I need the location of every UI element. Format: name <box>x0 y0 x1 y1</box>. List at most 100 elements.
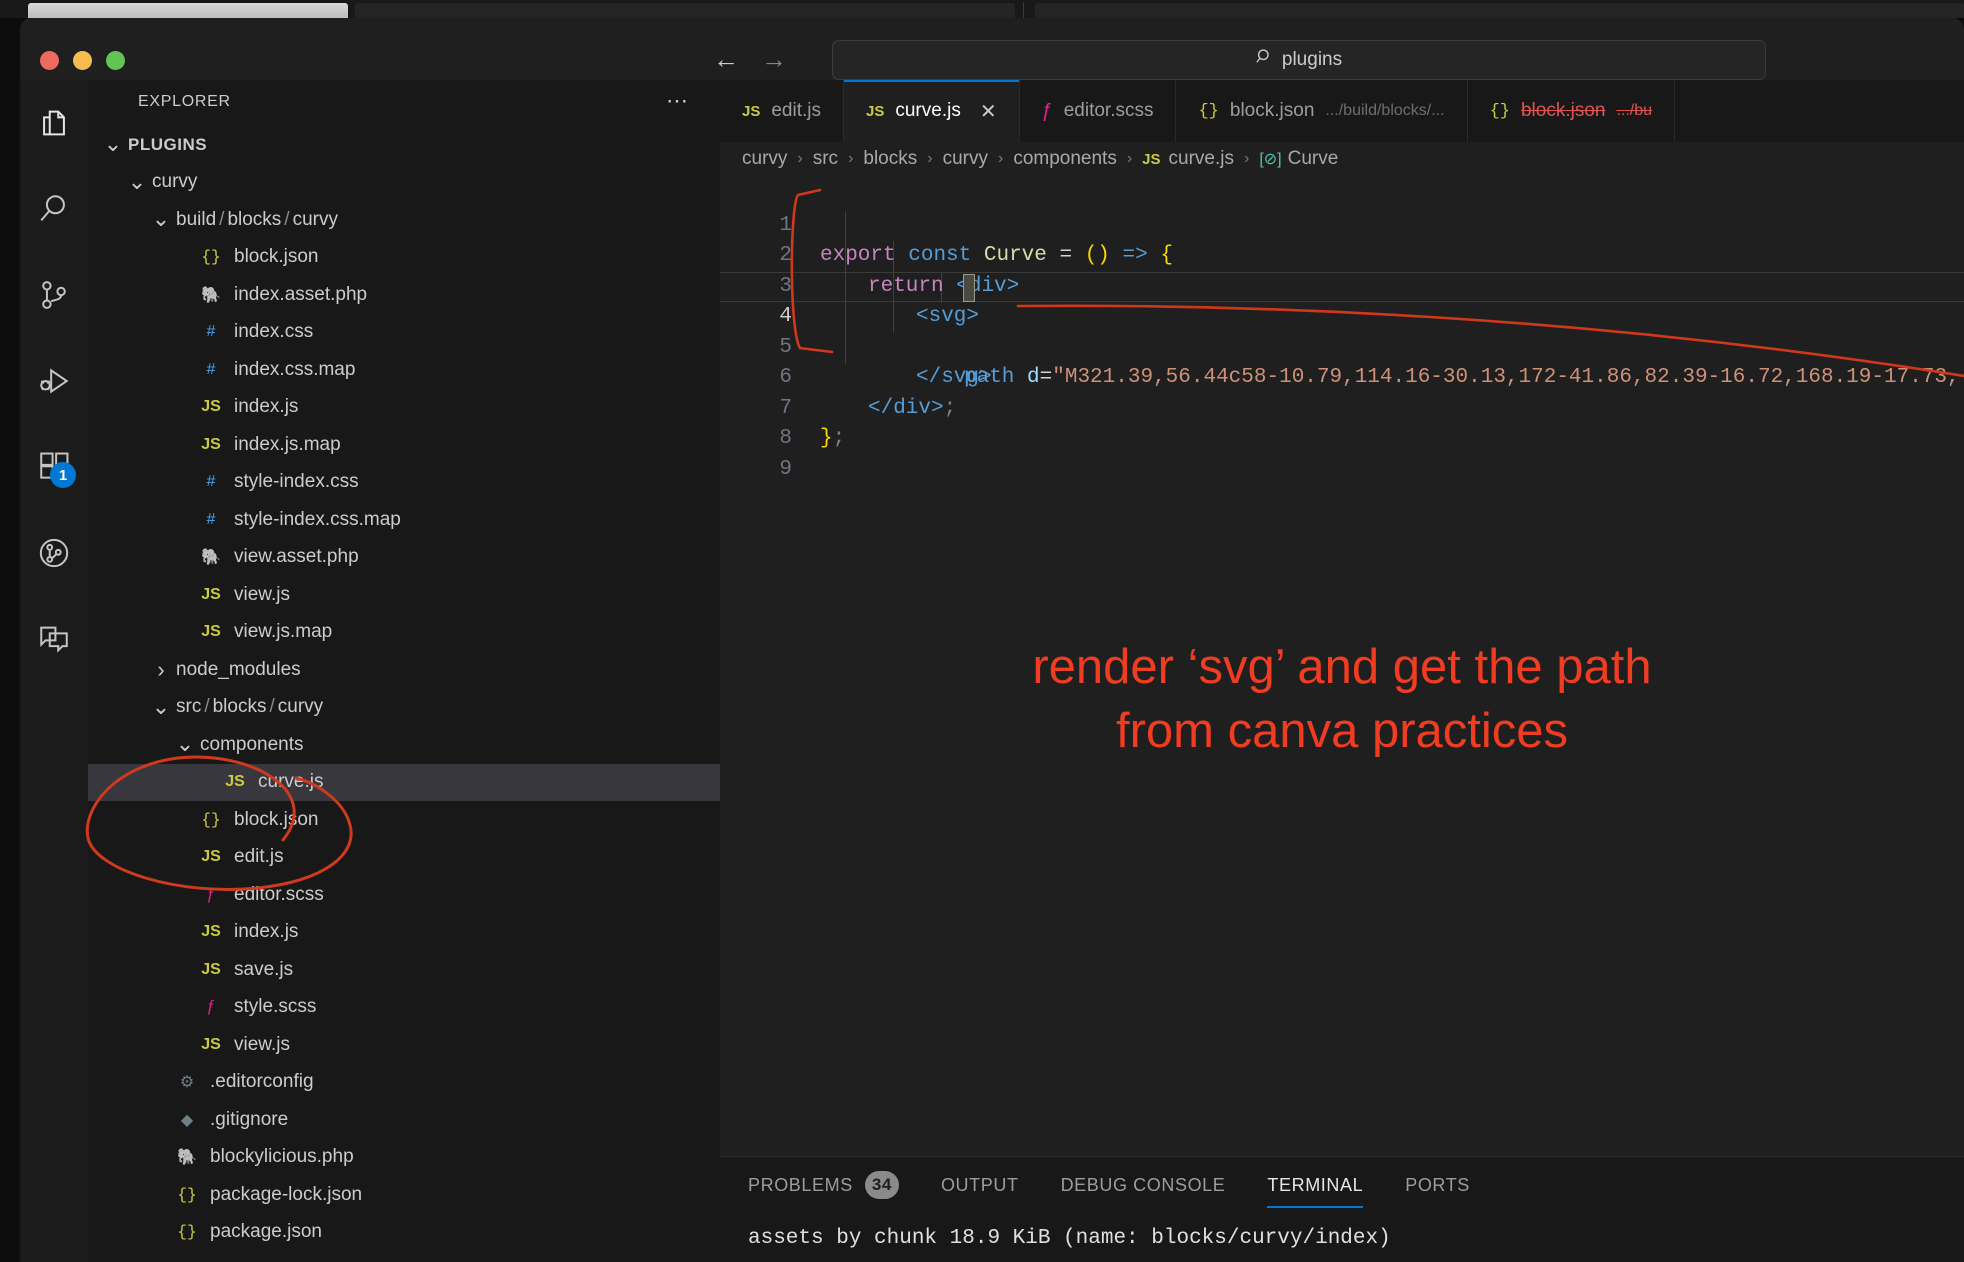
panel-tab-active[interactable]: TERMINAL <box>1267 1174 1364 1208</box>
chrome-divider <box>1023 2 1024 18</box>
sidebar-item-chat[interactable] <box>20 596 88 682</box>
panel-tab-label: TERMINAL <box>1267 1174 1364 1195</box>
breadcrumb-separator: › <box>927 150 933 167</box>
editor-tab[interactable]: {} block.json .../build/blocks/... <box>1176 80 1468 142</box>
js-icon: JS <box>201 398 221 416</box>
tree-item[interactable]: 🐘 view.asset.php <box>88 539 720 577</box>
tree-item[interactable]: JS view.js <box>88 576 720 614</box>
tree-item[interactable]: ⌄ curvy <box>88 164 720 202</box>
panel-tab[interactable]: DEBUG CONSOLE <box>1061 1175 1226 1208</box>
tree-item-label: package.json <box>210 1221 322 1243</box>
tree-item[interactable]: # style-index.css <box>88 464 720 502</box>
tree-item[interactable]: ◆ .gitignore <box>88 1101 720 1139</box>
editor-tab-active[interactable]: JS curve.js ✕ <box>844 80 1020 142</box>
breadcrumb-item[interactable]: components <box>1013 148 1117 170</box>
chevron-down-icon[interactable]: ⌄ <box>150 696 172 718</box>
back-arrow-icon[interactable]: ← <box>713 46 739 72</box>
tree-item[interactable]: {} block.json <box>88 801 720 839</box>
chevron-down-icon[interactable]: ⌄ <box>102 133 124 155</box>
ellipsis-icon[interactable]: ⋯ <box>666 88 690 114</box>
panel-tab[interactable]: OUTPUT <box>941 1175 1019 1208</box>
js-icon: JS <box>1142 150 1161 168</box>
tree-item[interactable]: JS index.js.map <box>88 426 720 464</box>
tree-item[interactable]: {} block.json <box>88 239 720 277</box>
chevron-right-icon[interactable]: › <box>150 657 172 683</box>
tree-item[interactable]: {} package.json <box>88 1214 720 1252</box>
tree-item[interactable]: ⌄ build / blocks / curvy <box>88 201 720 239</box>
editor-tab[interactable]: ƒ editor.scss <box>1019 80 1177 142</box>
tree-item[interactable]: ⌄ src / blocks / curvy <box>88 689 720 727</box>
tree-item[interactable]: 🐘 blockylicious.php <box>88 1139 720 1177</box>
browser-active-tab[interactable] <box>28 3 348 18</box>
breadcrumb-item[interactable]: curvy <box>943 148 988 170</box>
tree-item[interactable]: ƒ editor.scss <box>88 876 720 914</box>
tree-item[interactable]: JS edit.js <box>88 839 720 877</box>
panel-tab[interactable]: PORTS <box>1405 1175 1470 1208</box>
breadcrumb-item[interactable]: JS curve.js <box>1142 148 1234 170</box>
tree-item[interactable]: {} package-lock.json <box>88 1176 720 1214</box>
path-part: build <box>176 208 217 230</box>
chevron-down-icon[interactable]: ⌄ <box>150 208 172 230</box>
js-icon: JS <box>225 773 245 791</box>
breadcrumb-label: blocks <box>863 148 918 169</box>
panel-tab[interactable]: PROBLEMS 34 <box>748 1171 899 1211</box>
chevron-down-icon[interactable]: ⌄ <box>126 171 148 193</box>
window-traffic-lights <box>40 51 125 70</box>
tree-item[interactable]: JS index.js <box>88 389 720 427</box>
breadcrumb-separator: › <box>848 150 854 167</box>
tree-item[interactable]: ƒ style.scss <box>88 989 720 1027</box>
breadcrumb-separator: › <box>1243 150 1250 167</box>
breadcrumb-item[interactable]: blocks <box>863 148 917 170</box>
breadcrumb-item[interactable]: curvy <box>742 148 787 170</box>
tree-item[interactable]: JS view.js <box>88 1026 720 1064</box>
tree-item[interactable]: JS view.js.map <box>88 614 720 652</box>
tree-item[interactable]: ⌄ PLUGINS <box>88 126 720 164</box>
breadcrumb-item[interactable]: src <box>813 148 838 170</box>
editor-tab[interactable]: {} block.json .../bu <box>1467 80 1676 142</box>
command-center[interactable]: plugins <box>832 40 1766 80</box>
js-icon: JS <box>201 923 221 941</box>
sidebar-item-testing[interactable] <box>20 510 88 596</box>
breadcrumb-label: Curve <box>1287 148 1339 169</box>
tree-item[interactable]: # style-index.css.map <box>88 501 720 539</box>
tree-item-label: blockylicious.php <box>210 1146 354 1168</box>
tree-item-selected[interactable]: JS curve.js <box>88 763 720 801</box>
sidebar-item-explorer[interactable] <box>20 80 88 166</box>
breadcrumb-item[interactable]: [⊘] Curve <box>1259 148 1338 170</box>
sidebar-item-source-control[interactable] <box>20 252 88 338</box>
git-icon: ◆ <box>180 1111 194 1129</box>
sidebar-item-run-and-debug[interactable] <box>20 338 88 424</box>
tree-item[interactable]: ⌄ components <box>88 726 720 764</box>
tree-item-label: style-index.css.map <box>234 508 401 530</box>
annotation-text-line-1: render ‘svg’ and get the path <box>1032 640 1652 694</box>
browser-tab-3[interactable] <box>1035 3 1964 18</box>
tree-item[interactable]: # index.css <box>88 314 720 352</box>
editor-tab[interactable]: JS edit.js <box>720 80 844 142</box>
browser-tab-2[interactable] <box>355 3 1015 18</box>
js-icon: JS <box>201 435 221 453</box>
tree-item[interactable]: ⚙ .editorconfig <box>88 1064 720 1102</box>
tree-item[interactable]: 🐘 index.asset.php <box>88 276 720 314</box>
sidebar-item-search[interactable] <box>20 166 88 252</box>
maximize-window-button[interactable] <box>106 51 125 70</box>
close-icon[interactable]: ✕ <box>980 99 997 124</box>
scss-icon: ƒ <box>206 998 216 1016</box>
js-icon: JS <box>201 585 221 603</box>
editor-tab-label: editor.scss <box>1063 100 1154 121</box>
sidebar-item-extensions[interactable]: 1 <box>20 424 88 510</box>
extensions-badge: 1 <box>50 462 76 488</box>
close-window-button[interactable] <box>40 51 59 70</box>
json-icon: {} <box>177 1185 197 1204</box>
tree-item[interactable]: JS index.js <box>88 914 720 952</box>
tree-item[interactable]: # index.css.map <box>88 351 720 389</box>
code-line: 5 </svg> <box>720 302 1964 390</box>
text-cursor <box>963 273 975 302</box>
minimize-window-button[interactable] <box>73 51 92 70</box>
forward-arrow-icon[interactable]: → <box>761 46 787 72</box>
tree-item[interactable]: JS save.js <box>88 951 720 989</box>
path-separator: / <box>204 696 210 718</box>
chevron-down-icon[interactable]: ⌄ <box>174 733 196 755</box>
breadcrumb-label: components <box>1013 148 1117 169</box>
tree-item[interactable]: › node_modules <box>88 651 720 689</box>
tree-item-label: index.asset.php <box>234 283 368 305</box>
